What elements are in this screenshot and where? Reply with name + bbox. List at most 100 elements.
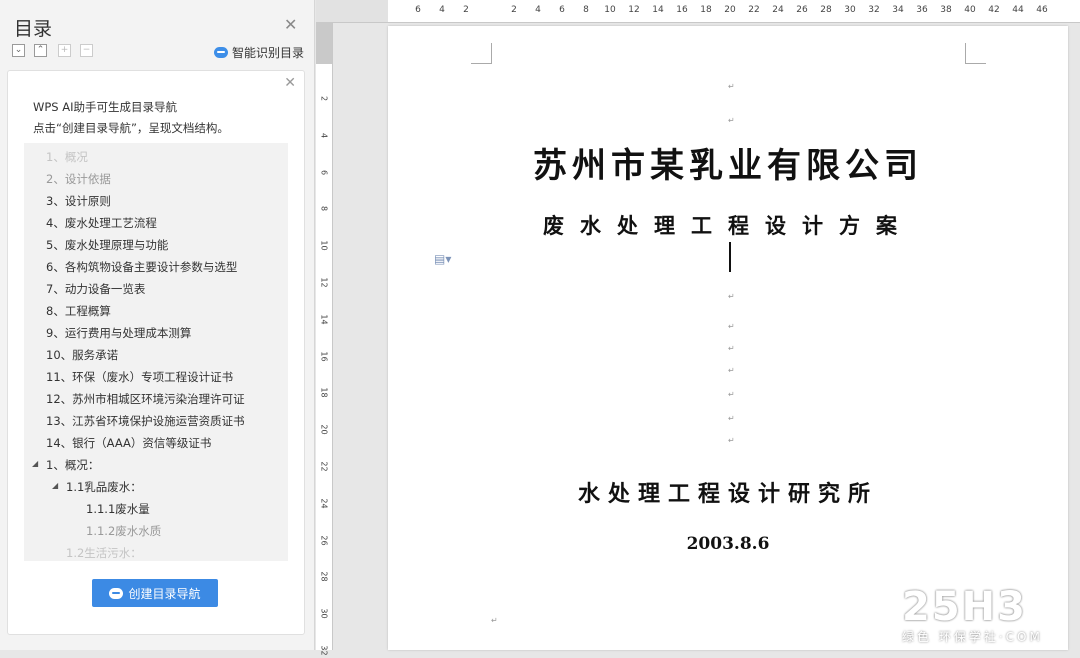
ruler-tick-label: 2 bbox=[511, 5, 517, 15]
document-page[interactable]: ↵ ↵ 苏州市某乳业有限公司 废水处理工程设计方案 ↵ ↵ ↵ ↵ ↵ ↵ ↵ … bbox=[388, 26, 1068, 650]
toc-item[interactable]: 4、废水处理工艺流程 bbox=[46, 215, 157, 231]
paragraph-mark: ↵ bbox=[728, 292, 735, 301]
ruler-tick-label: 2 bbox=[319, 95, 329, 102]
ruler-tick-label: 4 bbox=[535, 5, 541, 15]
ruler-tick-label: 2 bbox=[463, 5, 469, 15]
toc-item[interactable]: 5、废水处理原理与功能 bbox=[46, 237, 168, 253]
ruler-tick-label: 28 bbox=[820, 5, 832, 15]
tip-line-1: WPS AI助手可生成目录导航 bbox=[33, 100, 178, 114]
toc-item[interactable]: 11、环保（废水）专项工程设计证书 bbox=[46, 369, 233, 385]
ruler-tick-label: 10 bbox=[319, 240, 329, 251]
toc-item[interactable]: 13、江苏省环境保护设施运营资质证书 bbox=[46, 413, 245, 429]
ruler-tick-label: 26 bbox=[319, 535, 329, 546]
ruler-tick-label: 8 bbox=[319, 206, 329, 212]
vertical-ruler-margin bbox=[316, 22, 332, 64]
ruler-tick-label: 26 bbox=[796, 5, 808, 15]
ruler-tick-label: 24 bbox=[772, 5, 784, 15]
ruler-tick-label: 22 bbox=[319, 461, 329, 472]
ruler-tick-label: 38 bbox=[940, 5, 952, 15]
card-close-icon[interactable]: ✕ bbox=[284, 75, 296, 91]
toc-item[interactable]: 6、各构筑物设备主要设计参数与选型 bbox=[46, 259, 237, 275]
ruler-tick-label: 16 bbox=[676, 5, 688, 15]
ruler-tick-label: 6 bbox=[415, 5, 421, 15]
ruler-tick-label: 44 bbox=[1012, 5, 1024, 15]
ruler-tick-label: 36 bbox=[916, 5, 928, 15]
ruler-tick-label: 22 bbox=[748, 5, 760, 15]
collapse-triangle-icon[interactable]: ◢ bbox=[32, 459, 38, 468]
vertical-ruler[interactable]: 2 4 6 8 10 12 14 16 18 20 22 24 26 28 30 32 bbox=[316, 22, 333, 656]
plan-subtitle: 废水处理工程设计方案 bbox=[543, 213, 913, 238]
document-icon[interactable]: ▤▾ bbox=[434, 252, 451, 266]
ruler-tick-label: 4 bbox=[439, 5, 445, 15]
toc-item[interactable]: 1.1.2废水水质 bbox=[86, 523, 161, 539]
ruler-tick-label: 34 bbox=[892, 5, 904, 15]
panel-title: 目录 bbox=[14, 18, 53, 40]
toc-panel: 目录 ✕ ⌄ ⌃ + − 智能识别目录 ✕ WPS AI助手可生成目录导航 点击… bbox=[0, 0, 315, 650]
tip-line-2: 点击“创建目录导航”，呈现文档结构。 bbox=[33, 121, 229, 135]
toc-item[interactable]: 12、苏州市相城区环境污染治理许可证 bbox=[46, 391, 245, 407]
paragraph-mark: ↵ bbox=[728, 116, 735, 125]
ruler-tick-label: 6 bbox=[559, 5, 565, 15]
create-toc-button[interactable]: 创建目录导航 bbox=[92, 579, 218, 607]
close-icon[interactable]: ✕ bbox=[284, 15, 297, 34]
company-title: 苏州市某乳业有限公司 bbox=[533, 146, 923, 186]
ruler-tick-label: 18 bbox=[319, 387, 329, 398]
paragraph-mark: ↵ bbox=[491, 616, 498, 625]
horizontal-ruler-margin bbox=[316, 0, 388, 23]
ruler-tick-label: 20 bbox=[319, 424, 329, 435]
toc-item[interactable]: 10、服务承诺 bbox=[46, 347, 118, 363]
document-date: 2003.8.6 bbox=[686, 534, 770, 554]
ruler-tick-label: 28 bbox=[319, 571, 329, 582]
ruler-tick-label: 12 bbox=[319, 277, 329, 288]
ai-icon bbox=[109, 587, 124, 599]
paragraph-mark: ↵ bbox=[728, 390, 735, 399]
toc-preview-list: 1、概况 2、设计依据 3、设计原则 4、废水处理工艺流程 5、废水处理原理与功… bbox=[24, 143, 288, 561]
collapse-triangle-icon[interactable]: ◢ bbox=[52, 481, 58, 490]
toc-item[interactable]: 1.1.1废水量 bbox=[86, 501, 150, 517]
toc-item[interactable]: 1.2生活污水： bbox=[66, 545, 142, 561]
paragraph-mark: ↵ bbox=[728, 436, 735, 445]
toc-item[interactable]: 14、银行（AAA）资信等级证书 bbox=[46, 435, 211, 451]
ruler-tick-label: 30 bbox=[844, 5, 856, 15]
toc-item[interactable]: 1.1乳品废水： bbox=[66, 479, 142, 495]
ruler-tick-label: 18 bbox=[700, 5, 712, 15]
toc-item[interactable]: 7、动力设备一览表 bbox=[46, 281, 145, 297]
ruler-tick-label: 30 bbox=[319, 608, 329, 619]
horizontal-ruler[interactable]: 6 4 2 2 4 6 8 10 12 14 16 18 20 22 24 26 28 30 32 34 36 38 40 4… bbox=[388, 0, 1080, 23]
ruler-tick-label: 8 bbox=[583, 5, 589, 15]
margin-corner-mark bbox=[471, 43, 492, 64]
ruler-tick-label: 32 bbox=[319, 645, 329, 656]
ruler-tick-label: 20 bbox=[724, 5, 736, 15]
create-toc-label: 创建目录导航 bbox=[128, 586, 201, 601]
ai-tip-card: ✕ WPS AI助手可生成目录导航 点击“创建目录导航”，呈现文档结构。 1、概… bbox=[7, 70, 305, 635]
remove-level-icon[interactable]: − bbox=[80, 44, 93, 57]
ruler-tick-label: 40 bbox=[964, 5, 976, 15]
smart-recognize-button[interactable]: 智能识别目录 bbox=[214, 44, 304, 61]
ruler-tick-label: 16 bbox=[319, 351, 329, 362]
toc-item[interactable]: 9、运行费用与处理成本测算 bbox=[46, 325, 191, 341]
ruler-tick-label: 4 bbox=[319, 132, 329, 138]
text-cursor bbox=[729, 242, 731, 272]
ruler-tick-label: 14 bbox=[319, 314, 329, 325]
ruler-tick-label: 46 bbox=[1036, 5, 1048, 15]
margin-corner-mark bbox=[965, 43, 986, 64]
collapse-all-icon[interactable]: ⌄ bbox=[12, 44, 25, 57]
ruler-tick-label: 10 bbox=[604, 5, 616, 15]
paragraph-mark: ↵ bbox=[728, 82, 735, 91]
toc-item[interactable]: 3、设计原则 bbox=[46, 193, 111, 209]
toc-item[interactable]: 2、设计依据 bbox=[46, 171, 111, 187]
toc-item[interactable]: 1、概况 bbox=[46, 149, 88, 165]
toc-item[interactable]: 1、概况： bbox=[46, 457, 99, 473]
toc-item[interactable]: 8、工程概算 bbox=[46, 303, 111, 319]
ai-icon bbox=[214, 47, 228, 58]
add-level-icon[interactable]: + bbox=[58, 44, 71, 57]
ruler-tick-label: 12 bbox=[628, 5, 640, 15]
ruler-tick-label: 14 bbox=[652, 5, 664, 15]
watermark-small-text: 绿色 环保学社·COM bbox=[902, 630, 1043, 644]
ruler-tick-label: 42 bbox=[988, 5, 1000, 15]
paragraph-mark: ↵ bbox=[728, 322, 735, 331]
paragraph-mark: ↵ bbox=[728, 366, 735, 375]
paragraph-mark: ↵ bbox=[728, 414, 735, 423]
ruler-tick-label: 6 bbox=[319, 169, 329, 175]
expand-all-icon[interactable]: ⌃ bbox=[34, 44, 47, 57]
